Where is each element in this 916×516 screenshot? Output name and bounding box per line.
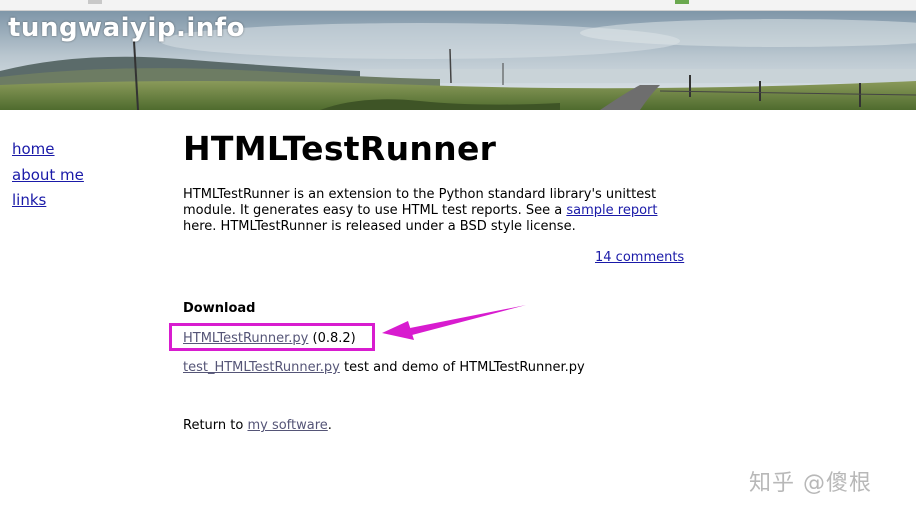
nav-about-me-link[interactable]: about me: [12, 163, 84, 189]
browser-top-strip: [0, 0, 916, 11]
highlight-box: [169, 323, 375, 351]
return-prefix: Return to: [183, 418, 248, 433]
my-software-link[interactable]: my software: [247, 418, 327, 433]
file-description: test and demo of HTMLTestRunner.py: [344, 360, 585, 375]
watermark: 知乎 @傻根: [749, 471, 872, 496]
return-line: Return to my software.: [183, 418, 332, 433]
favicon-mark: [675, 0, 689, 4]
sidebar-nav: home about me links: [12, 137, 84, 214]
main-content: HTMLTestRunner HTMLTestRunner is an exte…: [183, 129, 703, 433]
test-htmltestrunner-download-link[interactable]: test_HTMLTestRunner.py: [183, 360, 340, 375]
site-title[interactable]: tungwaiyip.info: [8, 13, 245, 43]
page-title: HTMLTestRunner: [183, 129, 497, 168]
return-suffix: .: [327, 418, 332, 433]
header-banner: tungwaiyip.info: [0, 11, 916, 110]
intro-paragraph: HTMLTestRunner is an extension to the Py…: [183, 187, 683, 235]
intro-text-after: here. HTMLTestRunner is released under a…: [183, 219, 576, 234]
comments-link[interactable]: 14 comments: [595, 250, 684, 265]
nav-home-link[interactable]: home: [12, 137, 84, 163]
tab-edge-mark: [88, 0, 102, 4]
nav-links-link[interactable]: links: [12, 188, 84, 214]
sample-report-link[interactable]: sample report: [566, 203, 657, 218]
download-item-test-htmltestrunner: test_HTMLTestRunner.py test and demo of …: [183, 360, 585, 375]
download-heading: Download: [183, 301, 256, 316]
annotation-arrow-icon: [382, 305, 526, 340]
